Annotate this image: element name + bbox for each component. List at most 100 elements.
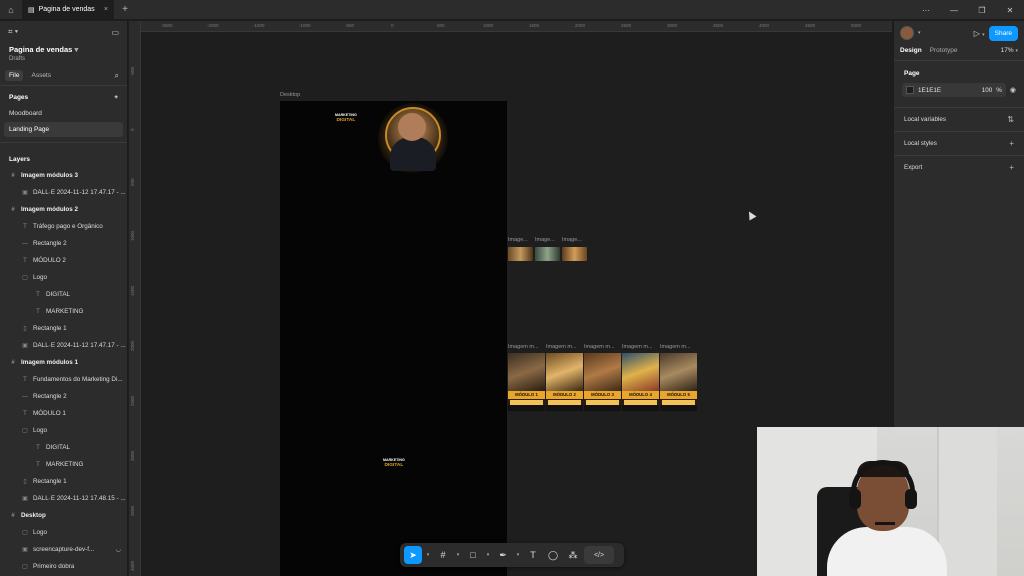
file-name[interactable]: Pagina de vendas ▾ — [0, 43, 127, 56]
sidebar-toggle-icon[interactable]: ▭ — [111, 28, 119, 37]
layer-row[interactable]: T MÓDULO 1 — [0, 405, 127, 422]
layer-row[interactable]: T MARKETING — [0, 303, 127, 320]
comment-tool-icon[interactable]: ◯ — [544, 546, 562, 564]
text-tool-icon[interactable]: T — [524, 546, 542, 564]
window-close-icon[interactable]: ✕ — [996, 0, 1024, 20]
desktop-frame-label[interactable]: Desktop — [280, 92, 300, 98]
design-tabs: Design Prototype 17% ▾ — [894, 45, 1024, 61]
actions-tool-icon[interactable]: ⁂ — [564, 546, 582, 564]
layer-row[interactable]: T MARKETING — [0, 456, 127, 473]
more-icon[interactable]: ··· — [912, 0, 940, 20]
layer-type-icon: ▣ — [22, 547, 28, 553]
layer-row[interactable]: ▢ Logo — [0, 269, 127, 286]
layer-row[interactable]: T DIGITAL — [0, 439, 127, 456]
eye-icon[interactable]: ◉ — [1010, 86, 1016, 94]
plus-icon[interactable]: + — [114, 4, 136, 15]
layer-label: Rectangle 1 — [33, 325, 67, 332]
maximize-icon[interactable]: ❐ — [968, 0, 996, 20]
page-color-hex[interactable]: 1E1E1E — [918, 87, 941, 94]
thumb-image-1[interactable] — [508, 247, 533, 261]
layer-label: Rectangle 2 — [33, 240, 67, 247]
desktop-frame[interactable]: MARKETING DIGITAL MARKETING DIGITAL — [280, 101, 507, 576]
zoom-dropdown[interactable]: 17% ▾ — [1001, 47, 1018, 54]
search-icon[interactable]: ⌕ — [115, 71, 119, 81]
module-frame-label[interactable]: Imagem m... — [584, 344, 615, 350]
avatar[interactable] — [900, 26, 914, 40]
tab-design[interactable]: Design — [900, 47, 922, 54]
thumb-label-2[interactable]: Image... — [535, 237, 555, 243]
layer-row[interactable]: # Imagem módulos 2 — [0, 201, 127, 218]
module-frame-label[interactable]: Imagem m... — [660, 344, 691, 350]
thumb-label-3[interactable]: Image... — [562, 237, 582, 243]
thumb-label-1[interactable]: Image... — [508, 237, 528, 243]
layer-row[interactable]: ▢ Primeiro dobra — [0, 558, 127, 575]
page-color-swatch[interactable] — [906, 86, 914, 94]
visibility-icon[interactable]: ◡ — [116, 546, 122, 553]
thumb-image-2[interactable] — [535, 247, 560, 261]
module-frame-label[interactable]: Imagem m... — [508, 344, 539, 350]
module-card[interactable]: MÓDULO 4 — [622, 353, 659, 411]
figma-menu-icon[interactable]: ⌗ ▾ — [8, 27, 18, 37]
page-color-input[interactable]: 1E1E1E 100 % — [902, 83, 1006, 97]
layer-row[interactable]: ▣ DALL·E 2024-11-12 17.47.17 - ... — [0, 337, 127, 354]
avatar-caret-icon[interactable]: ▾ — [918, 30, 921, 36]
dev-mode-toggle-icon[interactable]: </> — [584, 546, 614, 564]
home-icon[interactable]: ⌂ — [0, 0, 22, 20]
layer-row[interactable]: ▣ DALL·E 2024-11-12 17.47.17 - ... — [0, 184, 127, 201]
layer-row[interactable]: — Rectangle 2 — [0, 235, 127, 252]
layer-row[interactable]: # Imagem módulos 3 — [0, 167, 127, 184]
module-card[interactable]: MÓDULO 5 — [660, 353, 697, 411]
page-item-landing-page[interactable]: Landing Page — [4, 122, 123, 137]
present-icon[interactable]: ▷ ▾ — [974, 29, 985, 38]
share-button[interactable]: Share — [988, 25, 1018, 41]
layer-row[interactable]: ▯ Rectangle 1 — [0, 473, 127, 490]
page-opacity[interactable]: 100 — [982, 87, 993, 94]
module-card[interactable]: MÓDULO 1 — [508, 353, 545, 411]
shape-tool-icon[interactable]: □ — [464, 546, 482, 564]
layer-row[interactable]: ▢ Logo — [0, 524, 127, 541]
layer-row[interactable]: T Tráfego pago e Orgânico — [0, 218, 127, 235]
pen-tool-icon[interactable]: ✒ — [494, 546, 512, 564]
local-variables-row[interactable]: Local variables ⇅ — [894, 107, 1024, 131]
layer-row[interactable]: — Rectangle 2 — [0, 388, 127, 405]
layer-row[interactable]: ▣ DALL·E 2024-11-12 17.48.15 - ... — [0, 490, 127, 507]
move-tool-icon[interactable]: ➤ — [404, 546, 422, 564]
thumb-image-3[interactable] — [562, 247, 587, 261]
close-icon[interactable]: × — [104, 6, 108, 13]
variables-icon[interactable]: ⇅ — [1007, 115, 1014, 124]
layer-type-icon: ▣ — [22, 343, 28, 349]
add-export-icon[interactable]: + — [1009, 163, 1014, 172]
module-card[interactable]: MÓDULO 2 — [546, 353, 583, 411]
page-item-moodboard[interactable]: Moodboard — [4, 106, 123, 121]
tab-file[interactable]: File — [5, 70, 24, 81]
layer-row[interactable]: T MÓDULO 2 — [0, 252, 127, 269]
shape-tool-caret-icon[interactable]: ▾ — [484, 546, 492, 564]
export-row[interactable]: Export + — [894, 155, 1024, 179]
layer-row[interactable]: # Desktop — [0, 507, 127, 524]
frame-tool-icon[interactable]: # — [434, 546, 452, 564]
layer-row[interactable]: # Imagem módulos 1 — [0, 354, 127, 371]
pen-tool-caret-icon[interactable]: ▾ — [514, 546, 522, 564]
frame-tool-caret-icon[interactable]: ▾ — [454, 546, 462, 564]
ruler-tick: -2000 — [207, 23, 219, 28]
layer-row[interactable]: T DIGITAL — [0, 286, 127, 303]
layer-label: Rectangle 1 — [33, 478, 67, 485]
add-page-icon[interactable]: + — [114, 94, 118, 101]
module-frame-label[interactable]: Imagem m... — [622, 344, 653, 350]
module-footer — [622, 405, 659, 411]
layer-row[interactable]: ▯ Rectangle 1 — [0, 320, 127, 337]
tab-prototype[interactable]: Prototype — [930, 47, 958, 54]
module-frame-label[interactable]: Imagem m... — [546, 344, 577, 350]
file-tab[interactable]: ▤ Pagina de vendas × — [22, 0, 114, 20]
module-card[interactable]: MÓDULO 3 — [584, 353, 621, 411]
tab-assets[interactable]: Assets — [27, 70, 55, 81]
add-style-icon[interactable]: + — [1009, 139, 1014, 148]
layer-type-icon: T — [36, 308, 40, 315]
local-styles-row[interactable]: Local styles + — [894, 131, 1024, 155]
minimize-icon[interactable]: — — [940, 0, 968, 20]
module-image — [660, 353, 697, 391]
move-tool-caret-icon[interactable]: ▾ — [424, 546, 432, 564]
layer-row[interactable]: ▣ screencapture-dev-f... ◡ — [0, 541, 127, 558]
layer-row[interactable]: ▢ Logo — [0, 422, 127, 439]
layer-row[interactable]: T Fundamentos do Marketing Di... — [0, 371, 127, 388]
